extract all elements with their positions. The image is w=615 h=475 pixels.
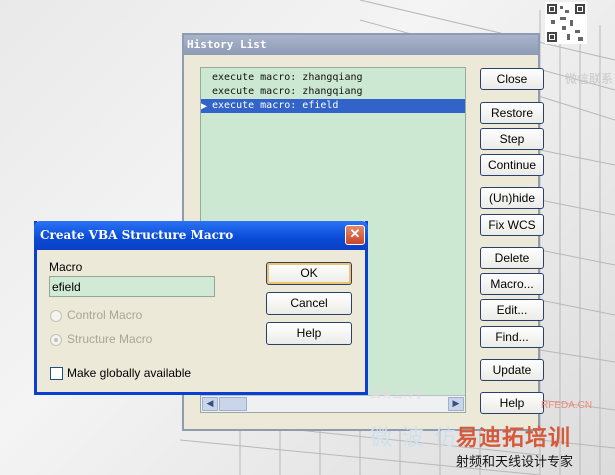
- update-button[interactable]: Update: [480, 359, 544, 381]
- fix-wcs-button[interactable]: Fix WCS: [480, 214, 544, 236]
- edit-button[interactable]: Edit...: [480, 299, 544, 321]
- macro-label: Macro: [49, 260, 83, 274]
- scroll-thumb[interactable]: [219, 397, 247, 411]
- history-entry-selected[interactable]: ▶ execute macro: efield: [201, 99, 465, 113]
- make-global-checkbox[interactable]: [50, 367, 63, 380]
- history-entry[interactable]: execute macro: zhangqiang: [206, 71, 465, 85]
- cancel-button[interactable]: Cancel: [266, 292, 352, 315]
- close-button[interactable]: Close: [480, 68, 544, 90]
- history-entry-label: execute macro: efield: [212, 100, 339, 111]
- history-list-title[interactable]: History List: [184, 35, 538, 55]
- structure-macro-radio[interactable]: [50, 334, 62, 346]
- horizontal-scrollbar[interactable]: ◀ ▶: [201, 395, 465, 412]
- scroll-right-icon[interactable]: ▶: [448, 397, 464, 411]
- brand-subtitle: 射频和天线设计专家: [456, 455, 574, 470]
- control-macro-radio[interactable]: [50, 310, 62, 322]
- faint-watermark-top: 国有上传于: [370, 387, 425, 400]
- restore-button[interactable]: Restore: [480, 102, 544, 124]
- create-vba-macro-dialog: Create VBA Structure Macro ✕ Macro Contr…: [34, 221, 368, 395]
- step-button[interactable]: Step: [480, 128, 544, 150]
- continue-button[interactable]: Continue: [480, 154, 544, 176]
- dialog-title-bar[interactable]: Create VBA Structure Macro ✕: [34, 221, 368, 250]
- brand-watermark: 易迪拓培训: [456, 426, 572, 451]
- faint-watermark: 微波仿: [370, 426, 467, 451]
- wechat-watermark: 微信联系: [564, 72, 613, 86]
- ok-button[interactable]: OK: [266, 262, 352, 285]
- unhide-button[interactable]: (Un)hide: [480, 187, 544, 209]
- scroll-left-icon[interactable]: ◀: [202, 397, 218, 411]
- macro-button[interactable]: Macro...: [480, 273, 544, 295]
- domain-watermark: RFEDA.CN: [541, 400, 593, 411]
- help-button[interactable]: Help: [480, 392, 544, 414]
- qr-code-icon: [545, 2, 587, 44]
- structure-macro-label: Structure Macro: [67, 332, 153, 346]
- delete-button[interactable]: Delete: [480, 247, 544, 269]
- control-macro-label: Control Macro: [67, 308, 143, 322]
- dialog-help-button[interactable]: Help: [266, 322, 352, 345]
- find-button[interactable]: Find...: [480, 326, 544, 348]
- make-global-label: Make globally available: [67, 366, 192, 380]
- play-marker-icon: ▶: [201, 101, 208, 112]
- macro-name-input[interactable]: [49, 276, 215, 297]
- close-icon[interactable]: ✕: [345, 225, 365, 245]
- history-entry[interactable]: execute macro: zhangqiang: [206, 85, 465, 99]
- dialog-title: Create VBA Structure Macro: [40, 228, 234, 242]
